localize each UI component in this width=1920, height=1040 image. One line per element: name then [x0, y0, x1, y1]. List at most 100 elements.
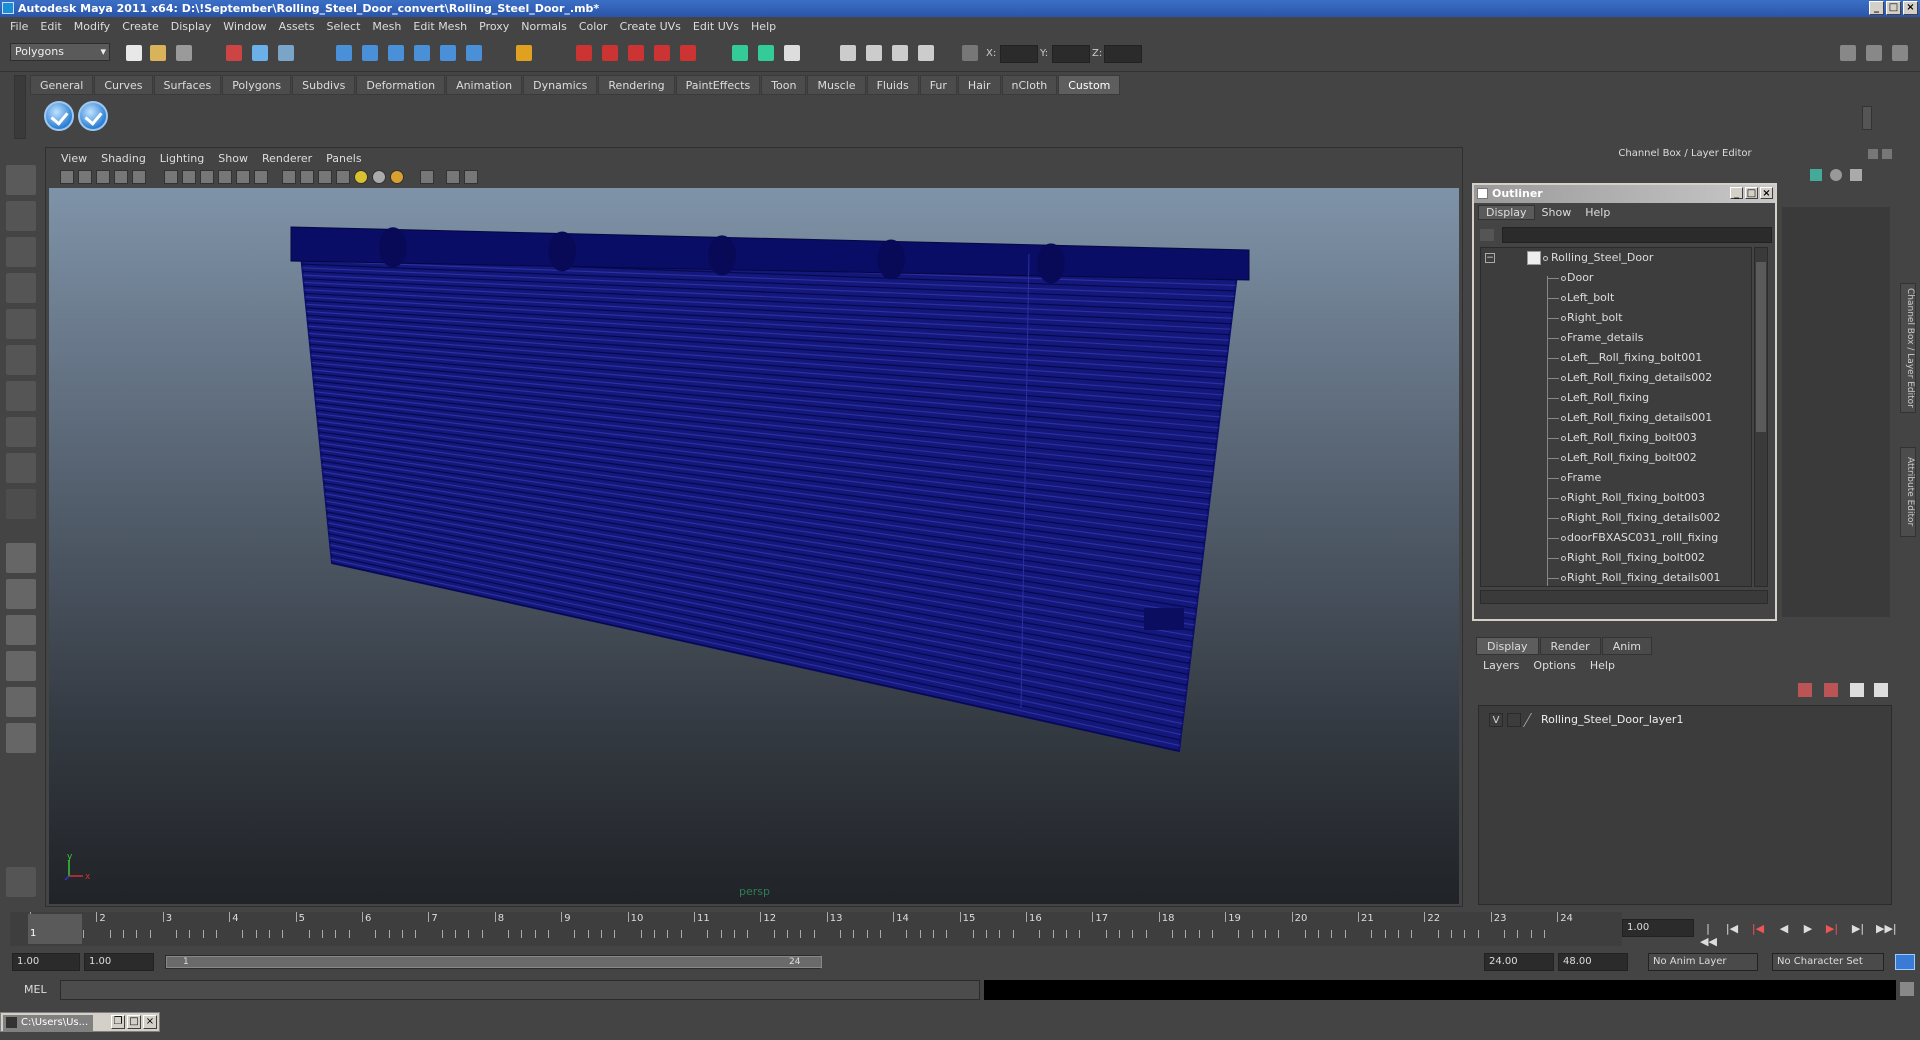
shadows-icon[interactable]: [254, 170, 268, 184]
tab-muscle[interactable]: Muscle: [807, 75, 866, 95]
bookmarks-icon[interactable]: [96, 170, 110, 184]
toggle-tool-settings-icon[interactable]: [1866, 45, 1882, 61]
outliner-menu-help[interactable]: Help: [1578, 206, 1617, 219]
tab-general[interactable]: General: [30, 75, 94, 95]
tab-fur[interactable]: Fur: [919, 75, 957, 95]
outliner-item[interactable]: Left_Roll_fixing_bolt002: [1481, 448, 1751, 468]
magnet-icon[interactable]: [576, 45, 592, 61]
image-plane-icon[interactable]: [114, 170, 128, 184]
last-tool-icon[interactable]: [6, 489, 36, 519]
snap-curve-icon[interactable]: [362, 45, 378, 61]
go-to-end-icon[interactable]: ▶▶|: [1876, 922, 1897, 936]
tab-channel-box-layer-editor[interactable]: Channel Box / Layer Editor: [1900, 283, 1916, 413]
tab-polygons[interactable]: Polygons: [222, 75, 292, 95]
snap-point-icon[interactable]: [388, 45, 404, 61]
lock-icon[interactable]: [516, 45, 532, 61]
minimize-button[interactable]: _: [1869, 1, 1884, 15]
menu-assets[interactable]: Assets: [273, 20, 321, 33]
menu-normals[interactable]: Normals: [515, 20, 573, 33]
vp-menu-renderer[interactable]: Renderer: [255, 152, 319, 165]
vp-menu-view[interactable]: View: [54, 152, 94, 165]
current-time-marker[interactable]: 1: [28, 914, 82, 944]
tab-rendering[interactable]: Rendering: [598, 75, 675, 95]
outliner-menu-display[interactable]: Display: [1478, 204, 1535, 220]
go-to-start-icon[interactable]: |◀◀: [1700, 922, 1717, 948]
tab-custom[interactable]: Custom: [1058, 75, 1121, 95]
layer-visibility-toggle[interactable]: V: [1489, 713, 1503, 727]
high-quality-icon[interactable]: [372, 170, 386, 184]
custom-tool-icon[interactable]: [6, 867, 36, 897]
menu-mesh[interactable]: Mesh: [366, 20, 407, 33]
range-knob[interactable]: 1 24: [166, 956, 822, 968]
minimized-window[interactable]: C:\Users\Us... ❐ □ ×: [0, 1012, 160, 1032]
outliner-item[interactable]: Door: [1481, 268, 1751, 288]
menu-select[interactable]: Select: [320, 20, 366, 33]
outliner-filter-icon[interactable]: [1480, 229, 1494, 241]
default-light-icon[interactable]: [354, 170, 368, 184]
paint-select-tool-icon[interactable]: [6, 237, 36, 267]
collapse-icon[interactable]: −: [1485, 253, 1495, 263]
select-by-hierarchy-icon[interactable]: [226, 45, 242, 61]
script-editor-button-icon[interactable]: [1900, 982, 1914, 996]
x-input[interactable]: [1000, 45, 1038, 63]
outliner-item[interactable]: doorFBXASC031_rolll_fixing: [1481, 528, 1751, 548]
outliner-icon[interactable]: [892, 45, 908, 61]
play-forward-icon[interactable]: ▶: [1800, 922, 1816, 936]
layer-tab-render[interactable]: Render: [1539, 637, 1601, 655]
outliner-item[interactable]: Right_Roll_fixing_details002: [1481, 508, 1751, 528]
hypershade-persp-layout-icon[interactable]: [6, 687, 36, 717]
rotate-tool-icon[interactable]: [6, 309, 36, 339]
use-all-lights-icon[interactable]: [236, 170, 250, 184]
camera-attributes-icon[interactable]: [78, 170, 92, 184]
playback-start-field[interactable]: 1.00: [84, 953, 154, 971]
wireframe-on-shaded-icon[interactable]: [200, 170, 214, 184]
wireframe-icon[interactable]: [164, 170, 178, 184]
animation-start-field[interactable]: 1.00: [12, 953, 80, 971]
new-layer-selected-icon[interactable]: [1798, 683, 1812, 697]
construction-history-icon[interactable]: [602, 45, 618, 61]
outliner-item[interactable]: Right_Roll_fixing_bolt002: [1481, 548, 1751, 568]
channel-box-manip-icon[interactable]: [1830, 169, 1842, 181]
tab-animation[interactable]: Animation: [446, 75, 523, 95]
anim-layer-dropdown[interactable]: No Anim Layer: [1648, 953, 1758, 971]
tab-curves[interactable]: Curves: [94, 75, 153, 95]
select-by-object-icon[interactable]: [252, 45, 268, 61]
persp-outliner-layout-icon[interactable]: [6, 615, 36, 645]
isolate-select-icon[interactable]: [282, 170, 296, 184]
outliner-search-input[interactable]: [1502, 227, 1772, 243]
menu-create[interactable]: Create: [116, 20, 165, 33]
history-icon[interactable]: [466, 45, 482, 61]
move-tool-icon[interactable]: [6, 273, 36, 303]
step-back-frame-icon[interactable]: |◀: [1750, 922, 1766, 936]
toggle-channel-box-icon[interactable]: [1892, 45, 1908, 61]
menu-help[interactable]: Help: [745, 20, 782, 33]
outliner-item[interactable]: Left_Roll_fixing_bolt003: [1481, 428, 1751, 448]
menu-window[interactable]: Window: [217, 20, 272, 33]
persp-graph-layout-icon[interactable]: [6, 651, 36, 681]
outliner-item[interactable]: Frame_details: [1481, 328, 1751, 348]
menu-edit[interactable]: Edit: [34, 20, 67, 33]
absolute-transform-icon[interactable]: [962, 45, 978, 61]
vp-menu-panels[interactable]: Panels: [319, 152, 368, 165]
film-gate-icon[interactable]: [420, 170, 434, 184]
outliner-item[interactable]: Left_Roll_fixing_details001: [1481, 408, 1751, 428]
tab-painteffects[interactable]: PaintEffects: [675, 75, 761, 95]
command-input[interactable]: [60, 980, 980, 1000]
maximize-window-button[interactable]: □: [127, 1015, 141, 1029]
outliner-item[interactable]: Right_Roll_fixing_details001: [1481, 568, 1751, 586]
close-panel-icon[interactable]: [1882, 149, 1892, 159]
move-layer-down-icon[interactable]: [1874, 683, 1888, 697]
ipr-render-icon[interactable]: [654, 45, 670, 61]
shelf-handle[interactable]: [14, 75, 26, 139]
outliner-menu-show[interactable]: Show: [1535, 206, 1579, 219]
universal-manipulator-icon[interactable]: [6, 381, 36, 411]
select-camera-icon[interactable]: [60, 170, 74, 184]
menu-edit-mesh[interactable]: Edit Mesh: [407, 20, 473, 33]
new-layer-icon[interactable]: [1824, 683, 1838, 697]
layer-type-toggle[interactable]: [1507, 713, 1521, 727]
input-line-icon[interactable]: [732, 45, 748, 61]
outliner-vertical-scrollbar[interactable]: [1754, 247, 1768, 587]
lasso-tool-icon[interactable]: [6, 201, 36, 231]
tab-hair[interactable]: Hair: [957, 75, 1001, 95]
select-by-component-icon[interactable]: [278, 45, 294, 61]
